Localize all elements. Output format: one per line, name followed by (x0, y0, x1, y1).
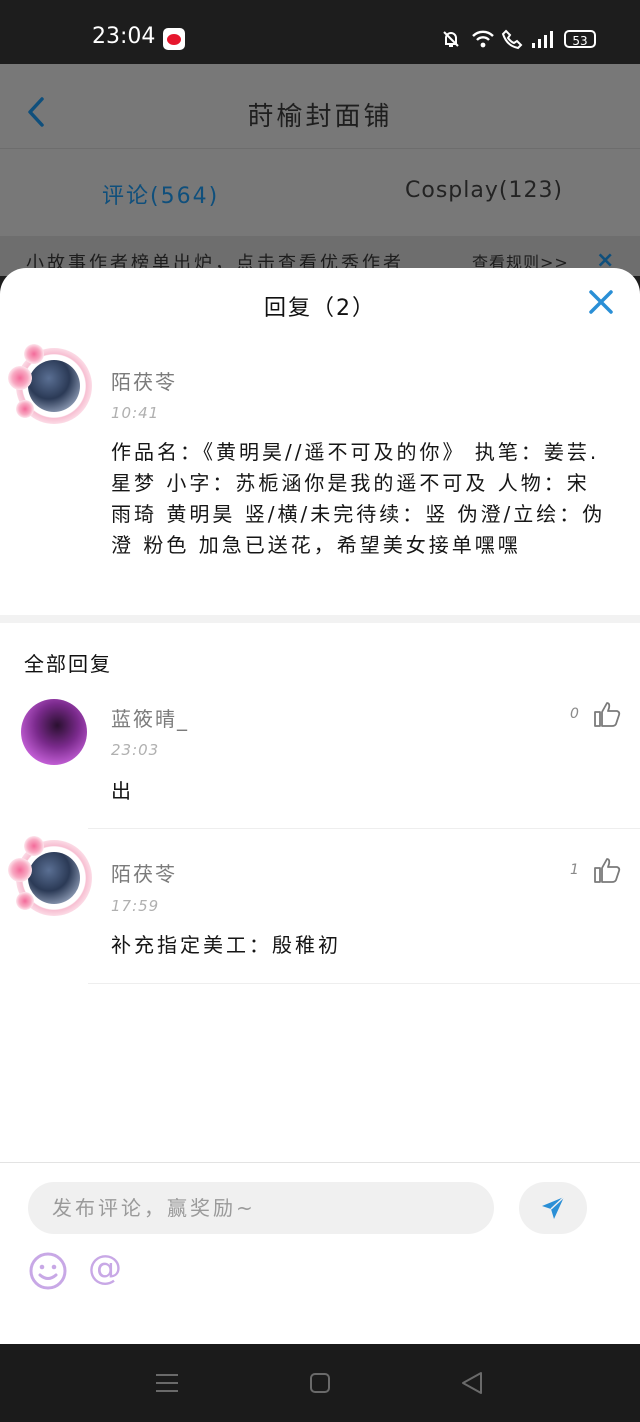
section-divider (0, 615, 640, 623)
wifi-icon (471, 28, 494, 50)
menu-icon[interactable] (155, 1372, 179, 1394)
close-icon[interactable] (587, 288, 615, 316)
reply-text: 出 (111, 779, 134, 803)
emoji-icon[interactable] (28, 1251, 68, 1291)
reply-text: 补充指定美工：殷稚初 (111, 933, 341, 957)
reply-author[interactable]: 陌茯苓 (111, 858, 177, 887)
comment-input[interactable] (28, 1182, 494, 1234)
weibo-notification-icon (163, 28, 185, 50)
comment-author[interactable]: 陌茯苓 (111, 366, 177, 395)
thumbs-up-icon[interactable] (593, 856, 621, 884)
divider (88, 828, 640, 829)
like-count: 0 (570, 706, 579, 722)
divider (0, 148, 640, 149)
reply-time: 23:03 (111, 741, 160, 759)
comment-time: 10:41 (111, 404, 160, 422)
avatar[interactable] (6, 338, 102, 434)
navigation-bar (0, 1344, 640, 1422)
mute-icon (440, 28, 462, 50)
signal-icon (530, 28, 553, 50)
divider (88, 983, 640, 984)
tab-comments[interactable]: 评论(564) (102, 178, 219, 210)
battery-indicator: 53 (564, 30, 596, 48)
send-button[interactable] (519, 1182, 587, 1234)
page-title: 莳榆封面铺 (247, 102, 393, 132)
thumbs-up-icon[interactable] (593, 700, 621, 728)
avatar[interactable] (21, 699, 87, 765)
call-icon (501, 28, 523, 50)
status-time: 23:04 (92, 24, 156, 49)
status-bar: 23:04 53 (0, 0, 640, 64)
comment-text: 作品名：《黄明昊//遥不可及的你》 执笔：姜芸.星梦 小字：苏栀涵你是我的遥不可… (111, 440, 606, 557)
sheet-title: 回复（2） (264, 296, 376, 321)
reply-time: 17:59 (111, 897, 160, 915)
home-icon[interactable] (309, 1372, 331, 1394)
avatar[interactable] (6, 830, 102, 926)
all-replies-heading: 全部回复 (24, 652, 112, 676)
mention-at-button[interactable]: @ (88, 1248, 122, 1288)
reply-author[interactable]: 蓝筱晴_ (111, 703, 189, 732)
back-triangle-icon[interactable] (461, 1371, 483, 1395)
tab-cosplay[interactable]: Cosplay(123) (405, 178, 563, 203)
like-count: 1 (570, 862, 579, 878)
